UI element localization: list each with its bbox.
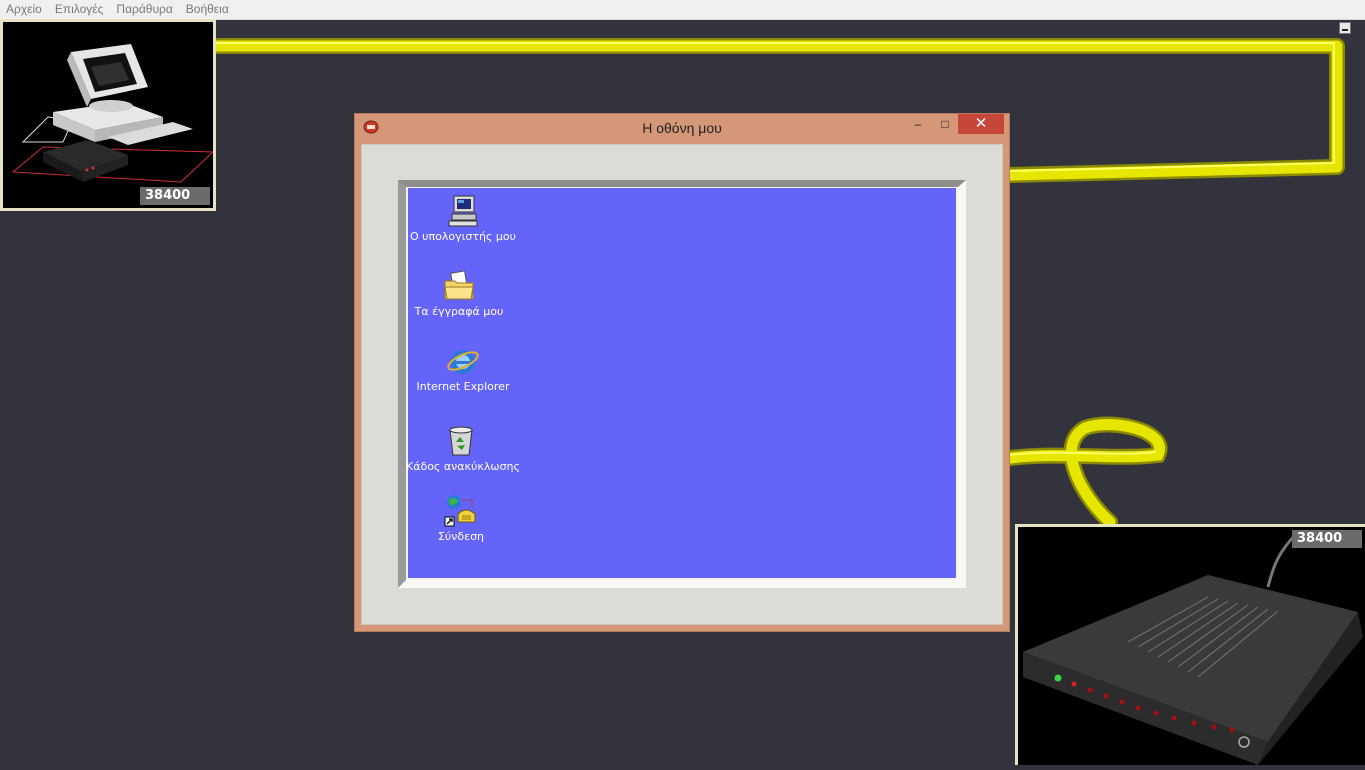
desktop-icon-label: Σύνδεση (437, 530, 485, 543)
window-titlebar[interactable]: Η οθόνη μου – □ ✕ (355, 114, 1009, 142)
modem-cable (1002, 416, 1168, 530)
window-minimize-button[interactable]: – (905, 114, 931, 134)
window-maximize-button[interactable]: □ (932, 114, 958, 134)
my-documents-icon (444, 270, 474, 300)
desktop-icon-internet-explorer[interactable]: Internet Explorer (408, 344, 518, 393)
computer-panel[interactable]: 38400 (0, 19, 216, 211)
dialup-connection-icon (444, 495, 476, 527)
desktop-icon-label: Internet Explorer (416, 380, 510, 393)
desktop-icon-label: Κάδος ανακύκλωσης (406, 460, 520, 473)
desktop: Ο υπολογιστής μου Τα έγγραφά μου Interne… (406, 188, 956, 578)
monitor-frame: Ο υπολογιστής μου Τα έγγραφά μου Interne… (398, 180, 966, 588)
desktop-icon-label: Ο υπολογιστής μου (410, 230, 516, 243)
modem-panel[interactable]: 38400 (1015, 524, 1365, 765)
pc-speed-label: 38400 (140, 187, 210, 205)
modem-speed-label: 38400 (1292, 530, 1362, 548)
computer-icon (11, 44, 215, 183)
window-close-button[interactable]: ✕ (958, 114, 1004, 134)
desktop-icon-my-computer[interactable]: Ο υπολογιστής μου (408, 194, 518, 243)
my-screen-window: Η οθόνη μου – □ ✕ Ο υπολογιστής μου Τα έ… (354, 113, 1010, 632)
recycle-bin-icon (449, 426, 473, 456)
modem-icon (1023, 530, 1363, 765)
desktop-icon-my-documents[interactable]: Τα έγγραφά μου (404, 269, 514, 318)
internet-explorer-icon (447, 350, 479, 374)
desktop-icon-label: Τα έγγραφά μου (414, 305, 504, 318)
desktop-icon-recycle-bin[interactable]: Κάδος ανακύκλωσης (406, 424, 520, 473)
my-computer-icon (448, 195, 478, 227)
window-body: Ο υπολογιστής μου Τα έγγραφά μου Interne… (361, 144, 1003, 625)
desktop-icon-connection[interactable]: Σύνδεση (406, 494, 516, 543)
